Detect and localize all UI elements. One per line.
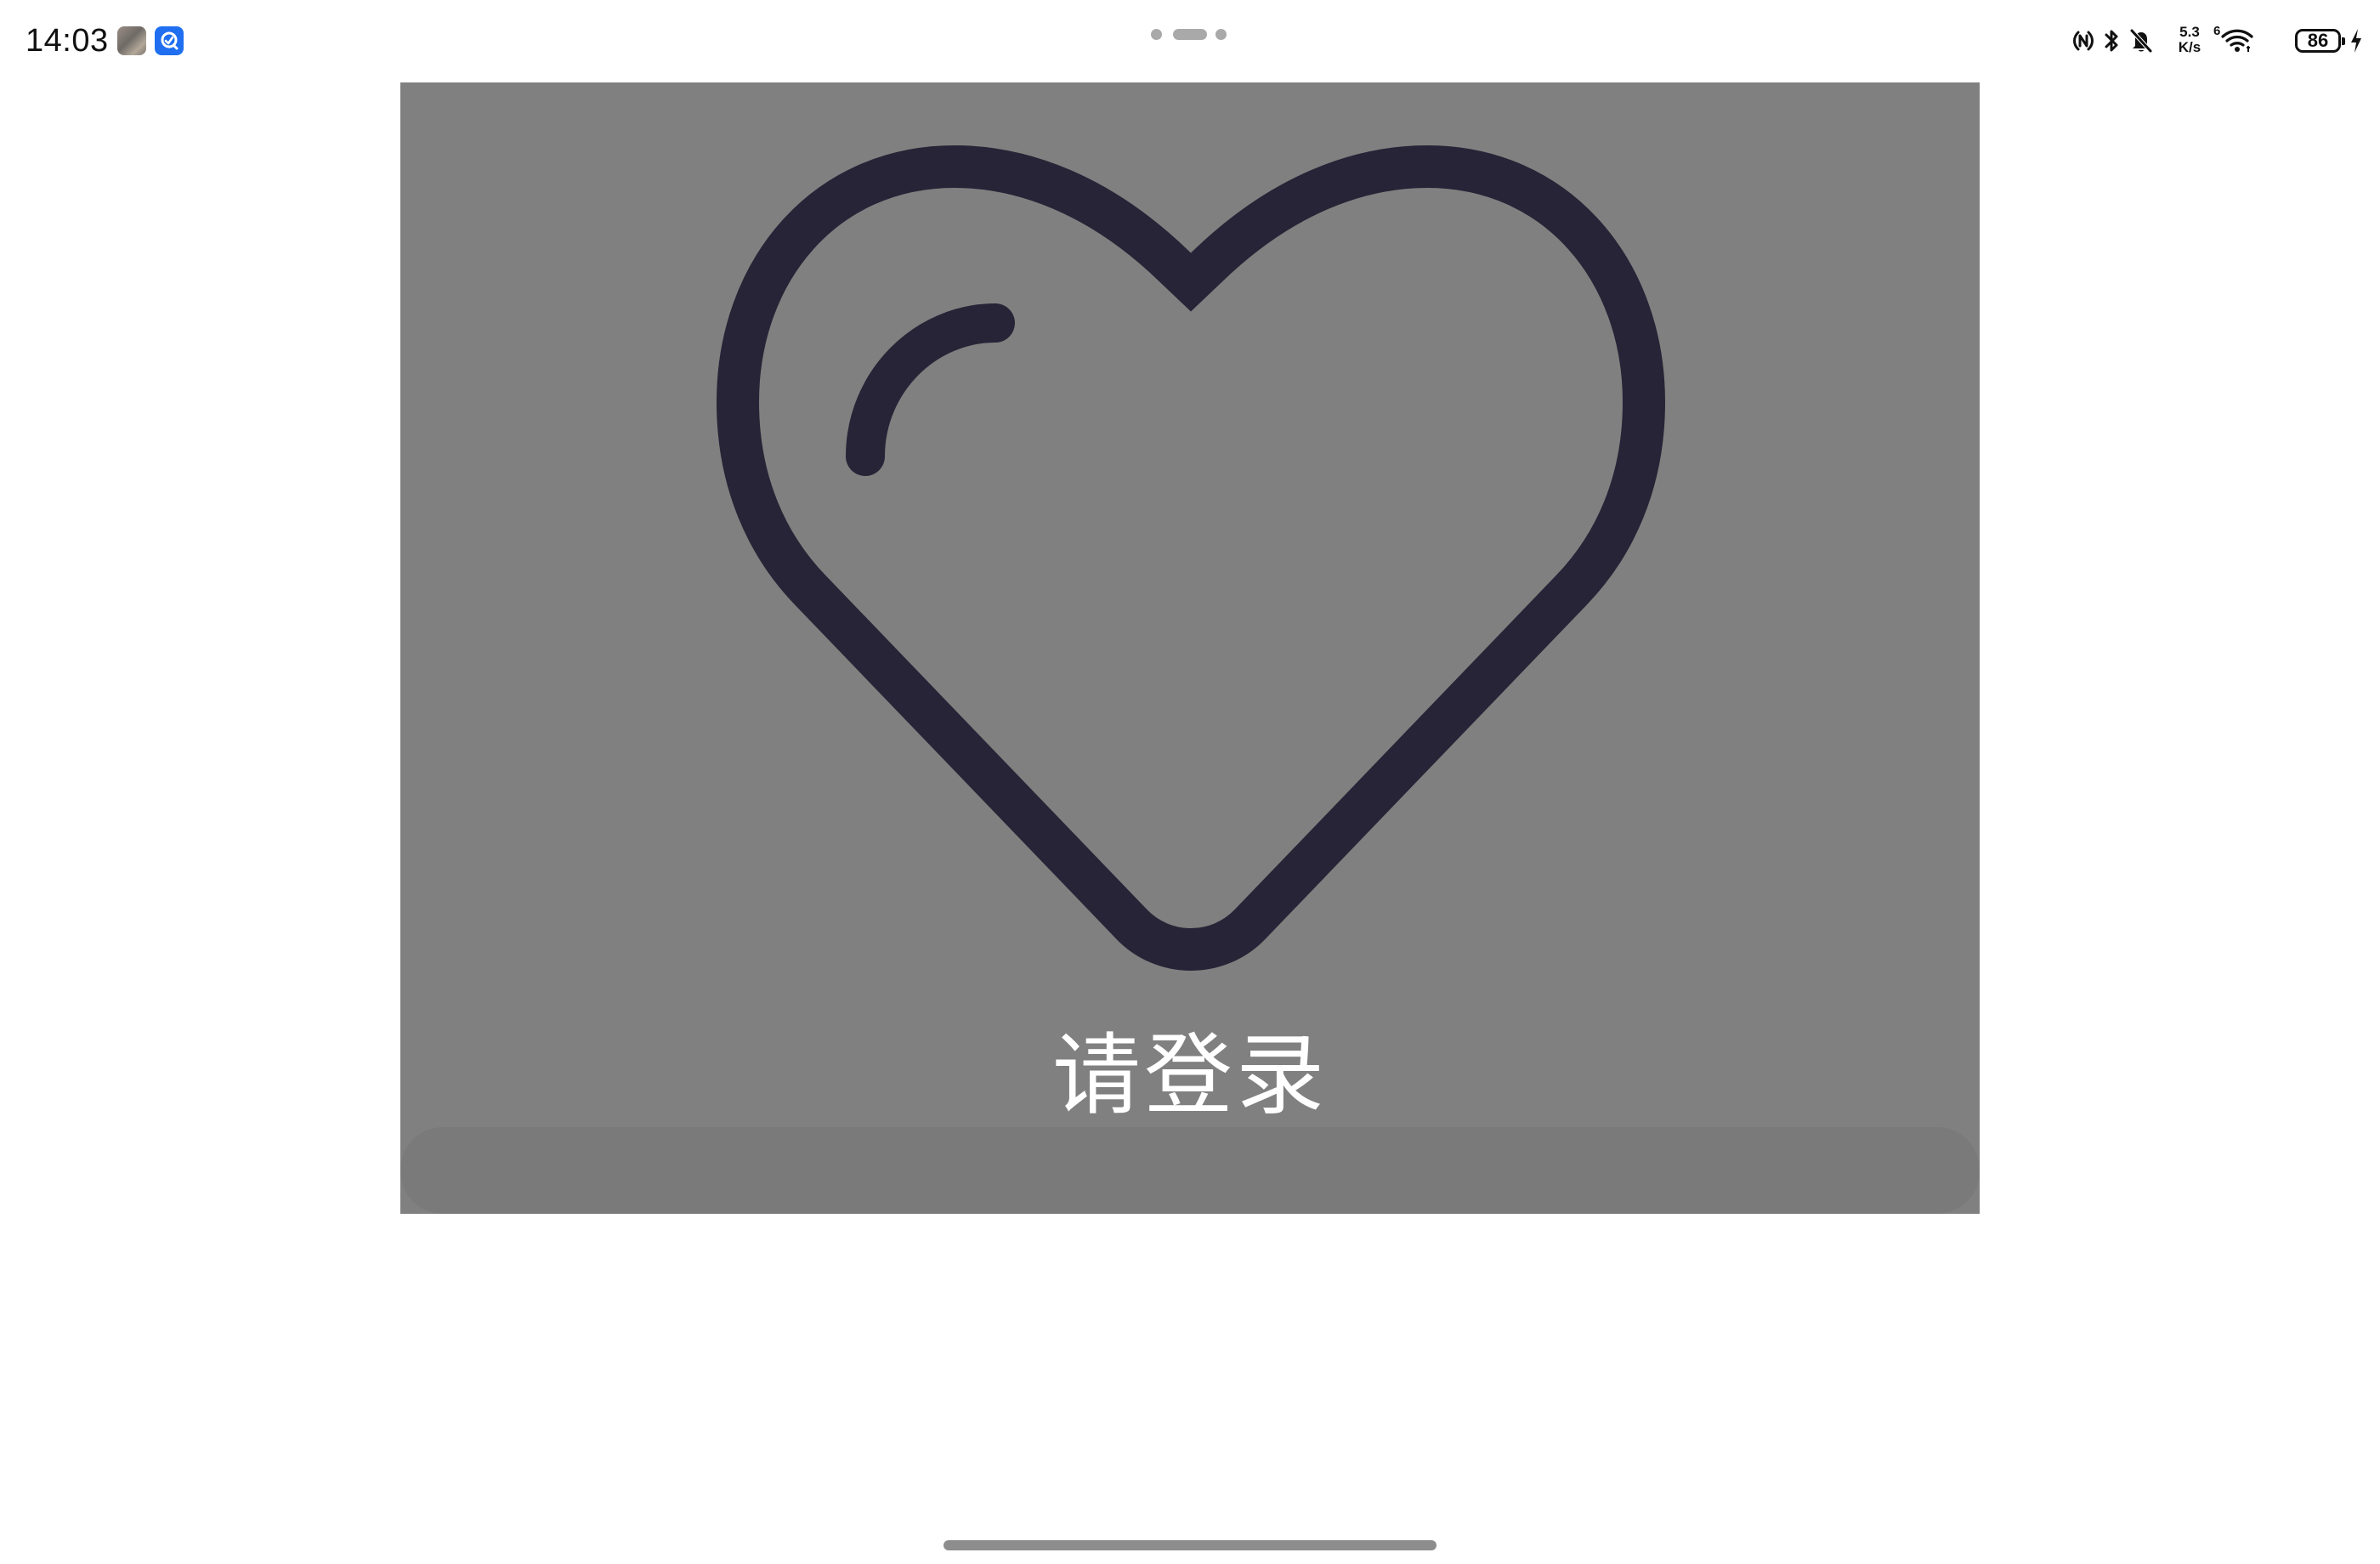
- status-icons: 5.3 K/s 6 86: [2072, 22, 2361, 61]
- login-title[interactable]: 请登录: [400, 1024, 1980, 1126]
- battery-level: 86: [2307, 30, 2329, 51]
- bluetooth-icon: [2105, 30, 2118, 52]
- heart-icon: [717, 144, 1665, 971]
- card-bottom-bar: [400, 1127, 1980, 1214]
- login-prompt-card[interactable]: 请登录: [400, 82, 1980, 1214]
- status-bar: 14:03 5.3 K/s 6 86: [0, 0, 2380, 82]
- net-speed-value: 5.3: [2179, 24, 2200, 40]
- nfc-icon: [2073, 31, 2094, 51]
- status-time: 14:03: [26, 23, 109, 59]
- wifi-icon: [2221, 29, 2253, 52]
- bell-muted-icon: [2130, 29, 2152, 53]
- photo-thumbnail-icon: [117, 26, 146, 55]
- net-speed-unit: K/s: [2178, 39, 2202, 55]
- net-speed: 5.3 K/s: [2173, 25, 2207, 55]
- screen: 14:03 5.3 K/s 6 86 请登录: [0, 0, 2380, 1564]
- app-notification-icon: [155, 26, 184, 55]
- charging-bolt-icon: [2351, 29, 2361, 53]
- multi-window-dots-icon[interactable]: [1151, 27, 1229, 41]
- home-indicator[interactable]: [944, 1540, 1436, 1550]
- battery-icon: 86: [2295, 29, 2345, 53]
